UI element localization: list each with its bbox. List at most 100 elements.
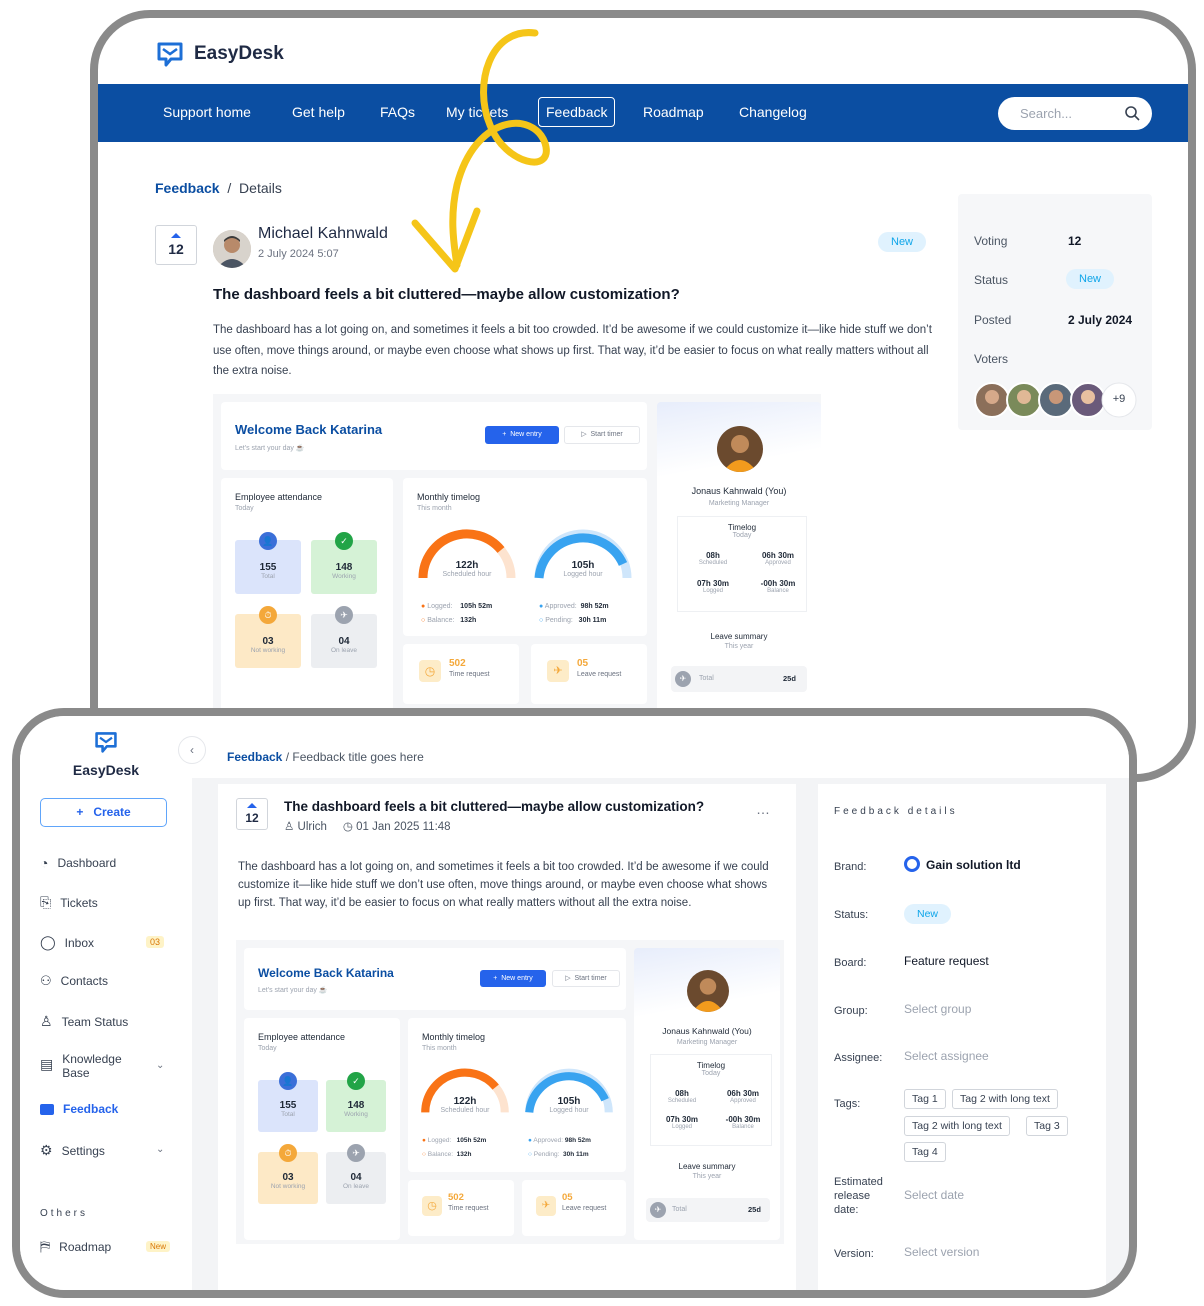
front-tile-on-leave: ✈ 04 On leave xyxy=(326,1144,386,1204)
front-app-frame: EasyDesk + Create ◔ Dashboard ⎘ Tickets ◯ I… xyxy=(12,708,1137,1298)
welcome-subtext: Let's start your day ☕ xyxy=(235,445,305,452)
front-profile-timelog: Timelog Today 08h Scheduled 06h 30m Approv… xyxy=(650,1054,772,1146)
front-time-request-count: 502 xyxy=(448,1192,464,1203)
new-entry-button[interactable]: + New entry xyxy=(485,426,559,444)
front-upvote-button[interactable]: 12 xyxy=(236,798,268,830)
front-vote-count: 12 xyxy=(245,811,259,825)
status-dropdown[interactable]: New xyxy=(904,904,952,924)
front-leave-request-card: ✈ 05 Leave request xyxy=(522,1180,626,1236)
front-new-entry-button[interactable]: + New entry xyxy=(480,970,546,987)
front-leave-request-label: Leave request xyxy=(562,1205,607,1212)
sidebar: EasyDesk + Create ◔ Dashboard ⎘ Tickets ◯ I… xyxy=(20,716,192,1290)
version-label: Version: xyxy=(834,1248,874,1260)
leave-request-label: Leave request xyxy=(577,671,622,678)
brand-logo-icon xyxy=(904,856,920,872)
front-breadcrumb-separator: / xyxy=(285,750,290,764)
nav-roadmap[interactable]: Roadmap xyxy=(643,104,704,120)
front-legend-left: ● Logged: 105h 52m ○ Balance: 132h xyxy=(422,1137,487,1158)
front-breadcrumb-link[interactable]: Feedback xyxy=(227,750,282,764)
breadcrumb-feedback-link[interactable]: Feedback xyxy=(155,180,220,196)
status-label: Status: xyxy=(834,909,869,921)
front-feedback-title: The dashboard feels a bit cluttered—mayb… xyxy=(284,799,705,814)
group-select[interactable]: Select group xyxy=(904,1002,971,1016)
back-browser-frame: EasyDesk Support home Get help FAQs My t… xyxy=(90,10,1196,782)
knowledge-base-chevron-icon[interactable]: ⌄ xyxy=(156,1060,164,1071)
tag-chip[interactable]: Tag 1 xyxy=(904,1089,946,1109)
voters-avatars[interactable]: +9 xyxy=(974,382,1144,418)
front-time-request-label: Time request xyxy=(448,1205,489,1212)
plane-icon: ✈ xyxy=(547,660,569,682)
sidebar-logo[interactable]: EasyDesk xyxy=(20,730,192,778)
breadcrumb-current: Details xyxy=(239,180,282,196)
feedback-main-card: 12 The dashboard feels a bit cluttered—m… xyxy=(218,784,796,1290)
inbox-count-badge: 03 xyxy=(146,936,165,948)
brand-value[interactable]: Gain solution ltd xyxy=(926,858,1021,872)
front-topbar xyxy=(192,716,1129,778)
group-label: Group: xyxy=(834,1005,868,1017)
version-select[interactable]: Select version xyxy=(904,1245,979,1259)
nav-support-home[interactable]: Support home xyxy=(163,104,251,120)
release-date-picker[interactable]: Select date xyxy=(904,1188,964,1202)
voting-label: Voting xyxy=(974,234,1008,248)
others-section-label: Others xyxy=(40,1208,89,1219)
board-label: Board: xyxy=(834,957,867,969)
sidebar-item-feedback[interactable]: Feedback xyxy=(40,1102,180,1116)
search-input[interactable]: Search... xyxy=(998,97,1152,130)
back-logo[interactable]: EasyDesk xyxy=(156,40,284,68)
assignee-label: Assignee: xyxy=(834,1052,883,1064)
back-chevron-button[interactable]: ‹ xyxy=(178,736,206,764)
easydesk-logo-icon xyxy=(157,42,183,67)
board-value[interactable]: Feature request xyxy=(904,954,989,968)
front-timelog-card: Monthly timelog This month 122h Scheduled… xyxy=(408,1018,626,1172)
front-start-timer-button[interactable]: ▷ Start timer xyxy=(552,970,620,987)
tag-chip[interactable]: Tag 2 with long text xyxy=(952,1089,1058,1109)
vote-count: 12 xyxy=(168,241,184,257)
leave-request-card: ✈ 05 Leave request xyxy=(531,644,647,704)
sidebar-item-contacts[interactable]: ⚇ Contacts xyxy=(40,973,180,989)
sidebar-item-tickets[interactable]: ⎘ Tickets xyxy=(40,894,180,911)
tile-on-leave: ✈ 04 On leave xyxy=(311,606,377,668)
release-date-label: Estimated release date: xyxy=(834,1176,883,1216)
search-placeholder: Search... xyxy=(1020,106,1073,121)
tag-chip[interactable]: Tag 3 xyxy=(1026,1116,1068,1136)
upvote-button[interactable]: 12 xyxy=(155,225,197,265)
time-request-count: 502 xyxy=(449,658,466,669)
front-legend-right: ● Approved: 98h 52m ○ Pending: 30h 11m xyxy=(528,1137,591,1158)
front-welcome-subtext: Let's start your day ☕ xyxy=(258,987,328,994)
start-timer-button[interactable]: ▷ Start timer xyxy=(564,426,640,444)
tag-chip[interactable]: Tag 4 xyxy=(904,1142,946,1162)
leave-total-row: ✈ Total 25d xyxy=(671,666,807,692)
attendance-card: Employee attendance Today 👤 155 Total ✓ 148… xyxy=(221,478,393,718)
more-options-icon[interactable]: … xyxy=(756,801,771,817)
feedback-details-header: Feedback details xyxy=(834,806,958,817)
time-request-label: Time request xyxy=(449,671,490,678)
post-date: 2 July 2024 5:07 xyxy=(258,248,339,260)
dashboard-icon: ◔ xyxy=(40,855,49,871)
front-leave-summary-title: Leave summary xyxy=(678,1162,736,1171)
leave-summary-title: Leave summary xyxy=(710,632,768,641)
front-feedback-body: The dashboard has a lot going on, and so… xyxy=(238,861,769,909)
sidebar-item-dashboard[interactable]: ◔ Dashboard xyxy=(40,855,180,871)
breadcrumb: Feedback / Details xyxy=(155,180,282,196)
nav-get-help[interactable]: Get help xyxy=(292,104,345,120)
search-icon[interactable] xyxy=(1124,105,1140,121)
front-attendance-title: Employee attendance xyxy=(258,1032,346,1042)
nav-changelog[interactable]: Changelog xyxy=(739,104,807,120)
front-breadcrumb-current: Feedback title goes here xyxy=(292,750,424,764)
front-breadcrumb: Feedback / Feedback title goes here xyxy=(227,750,424,764)
create-button[interactable]: + Create xyxy=(40,798,167,827)
inbox-icon: ◯ xyxy=(40,934,56,950)
back-app-name: EasyDesk xyxy=(194,43,284,64)
welcome-heading: Welcome Back Katarina xyxy=(235,422,383,437)
tags-label: Tags: xyxy=(834,1098,861,1110)
assignee-select[interactable]: Select assignee xyxy=(904,1049,989,1063)
back-details-panel: Voting 12 Status New Posted 2 July 2024 … xyxy=(958,194,1152,430)
feedback-body: The dashboard has a lot going on, and so… xyxy=(213,324,932,377)
voters-label: Voters xyxy=(974,352,1009,366)
sidebar-item-team-status[interactable]: ♙ Team Status xyxy=(40,1013,180,1030)
front-profile-avatar xyxy=(687,970,729,1012)
settings-chevron-icon[interactable]: ⌄ xyxy=(156,1144,164,1155)
profile-role: Marketing Manager xyxy=(708,500,770,507)
feedback-title: The dashboard feels a bit cluttered—mayb… xyxy=(213,286,680,303)
tag-chip[interactable]: Tag 2 with long text xyxy=(904,1116,1010,1136)
